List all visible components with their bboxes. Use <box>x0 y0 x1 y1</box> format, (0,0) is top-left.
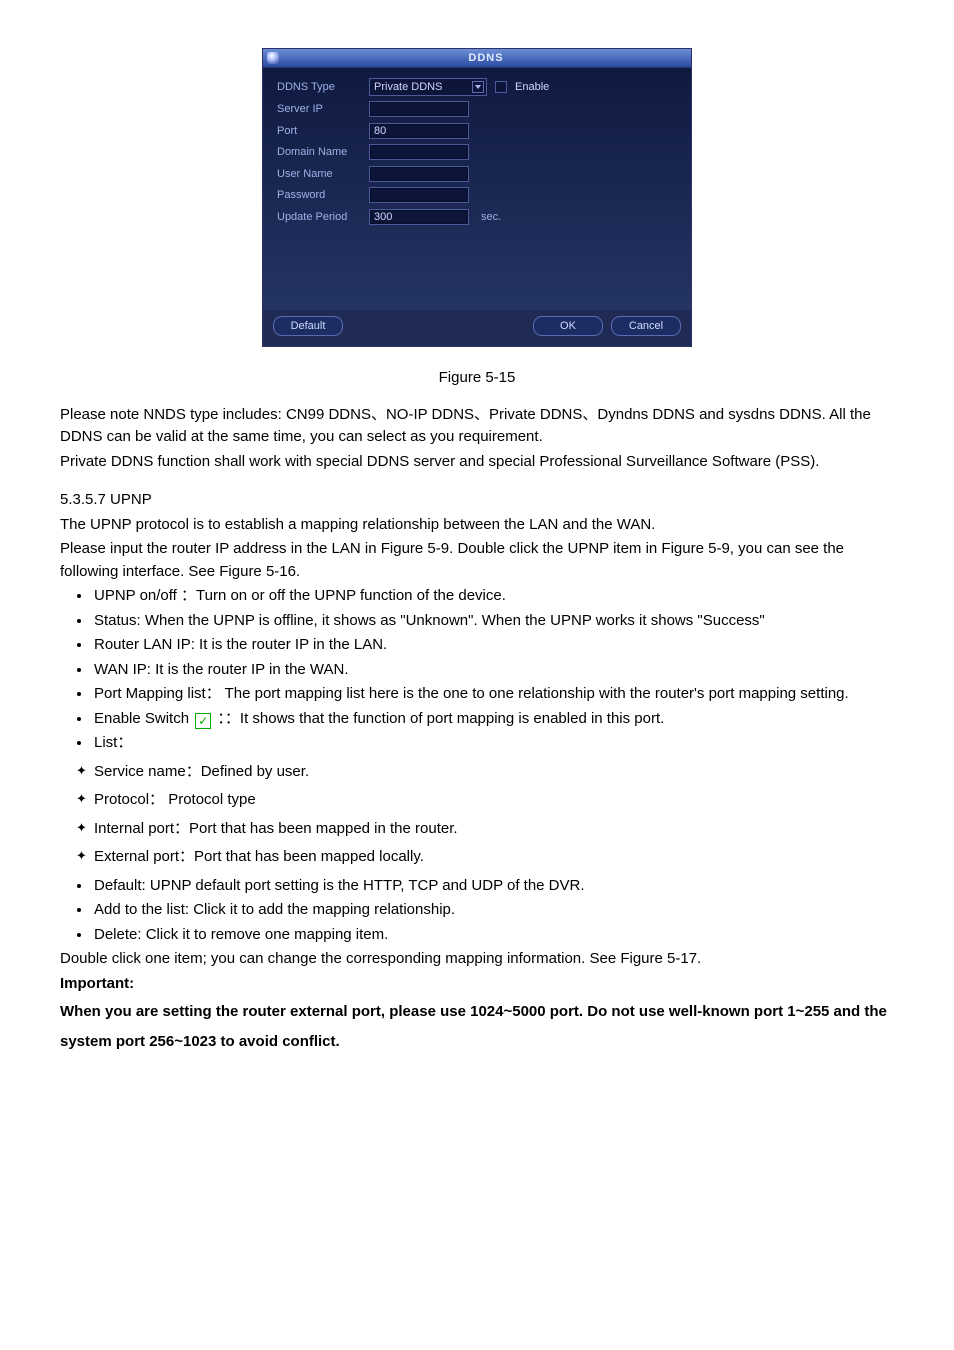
enable-label: Enable <box>515 79 549 96</box>
list-item: Delete: Click it to remove one mapping i… <box>92 924 894 947</box>
ddns-type-label: DDNS Type <box>277 79 361 96</box>
domain-input[interactable] <box>369 144 469 160</box>
password-label: Password <box>277 187 361 204</box>
enable-switch-text-post: ：：It shows that the function of port map… <box>217 710 664 727</box>
paragraph: Private DDNS function shall work with sp… <box>60 451 894 474</box>
list-item: UPNP on/off ：Turn on or off the UPNP fun… <box>92 585 894 608</box>
enable-checkbox[interactable] <box>495 81 507 93</box>
server-ip-label: Server IP <box>277 101 361 118</box>
paragraph: Please input the router IP address in th… <box>60 538 894 583</box>
list-sub-items: Service name：Defined by user. Protocol： … <box>60 761 894 869</box>
figure-caption: Figure 5-15 <box>60 367 894 390</box>
cancel-button[interactable]: Cancel <box>611 316 681 336</box>
ok-button[interactable]: OK <box>533 316 603 336</box>
enable-switch-text-pre: Enable Switch <box>94 710 193 727</box>
paragraph: The UPNP protocol is to establish a mapp… <box>60 514 894 537</box>
user-label: User Name <box>277 166 361 183</box>
port-label: Port <box>277 123 361 140</box>
list-item: Add to the list: Click it to add the map… <box>92 899 894 922</box>
user-input[interactable] <box>369 166 469 182</box>
list-item: List： <box>92 732 894 755</box>
list-item: WAN IP: It is the router IP in the WAN. <box>92 659 894 682</box>
list-item: Service name：Defined by user. <box>94 761 894 784</box>
dialog-title: DDNS <box>285 50 687 67</box>
list-item: Port Mapping list： The port mapping list… <box>92 683 894 706</box>
list-item: Internal port：Port that has been mapped … <box>94 818 894 841</box>
list-item: Status: When the UPNP is offline, it sho… <box>92 610 894 633</box>
list-item: Enable Switch ：：It shows that the functi… <box>92 708 894 731</box>
check-icon <box>195 713 211 729</box>
password-input[interactable] <box>369 187 469 203</box>
paragraph: Please note NNDS type includes: CN99 DDN… <box>60 404 894 449</box>
chevron-down-icon <box>472 81 484 93</box>
list-item: Router LAN IP: It is the router IP in th… <box>92 634 894 657</box>
body-text: Please note NNDS type includes: CN99 DDN… <box>60 404 894 474</box>
dialog-icon <box>267 52 279 64</box>
upnp-bullets-2: Default: UPNP default port setting is th… <box>60 875 894 947</box>
important-label: Important: <box>60 973 894 996</box>
domain-label: Domain Name <box>277 144 361 161</box>
port-input[interactable] <box>369 123 469 139</box>
ddns-titlebar: DDNS <box>263 49 691 68</box>
update-input[interactable] <box>369 209 469 225</box>
list-item: External port：Port that has been mapped … <box>94 846 894 869</box>
default-button[interactable]: Default <box>273 316 343 336</box>
important-body: When you are setting the router external… <box>60 997 894 1057</box>
update-label: Update Period <box>277 209 361 226</box>
server-ip-input[interactable] <box>369 101 469 117</box>
ddns-type-selected: Private DDNS <box>374 79 442 96</box>
list-item: Default: UPNP default port setting is th… <box>92 875 894 898</box>
ddns-type-select[interactable]: Private DDNS <box>369 78 487 96</box>
update-unit: sec. <box>481 209 501 226</box>
paragraph: Double click one item; you can change th… <box>60 948 894 971</box>
section-title-upnp: 5.3.5.7 UPNP <box>60 489 894 512</box>
upnp-bullets: UPNP on/off ：Turn on or off the UPNP fun… <box>60 585 894 755</box>
ddns-dialog: DDNS DDNS Type Private DDNS Enable Serve… <box>262 48 692 347</box>
list-item: Protocol： Protocol type <box>94 789 894 812</box>
